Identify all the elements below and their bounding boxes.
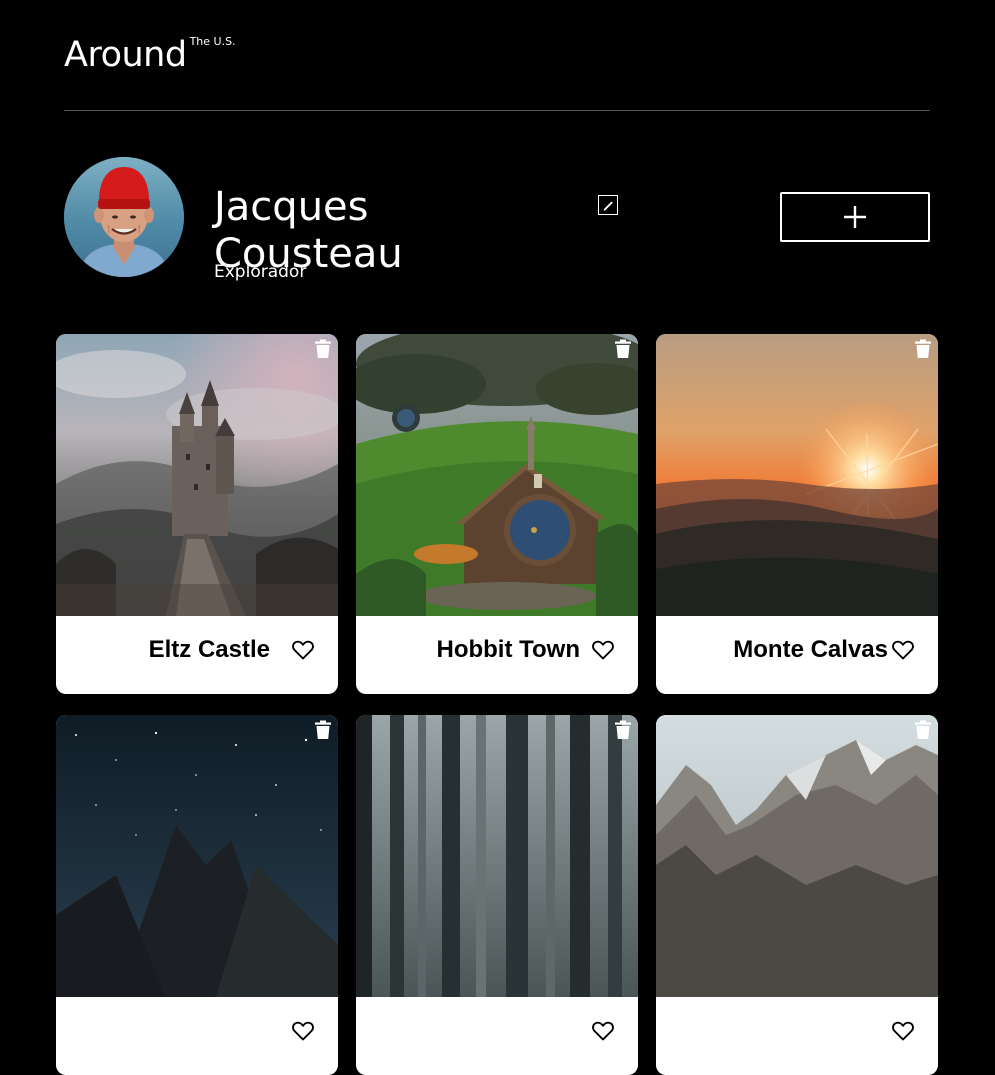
card-footer [56, 997, 338, 1075]
delete-card-button[interactable] [914, 339, 932, 359]
card-image[interactable] [656, 334, 938, 616]
heart-outline-icon [592, 640, 614, 660]
logo-superscript: The U.S. [189, 35, 236, 48]
places-grid: Eltz Castle Hobbit Town Monte Calvas [56, 334, 938, 1075]
edit-profile-button[interactable] [598, 195, 618, 215]
like-button[interactable] [892, 1021, 914, 1041]
place-card: Hobbit Town [356, 334, 638, 694]
card-image[interactable] [56, 715, 338, 997]
delete-card-button[interactable] [614, 339, 632, 359]
logo-main: Around [64, 35, 187, 75]
card-title: Hobbit Town [436, 636, 580, 663]
heart-outline-icon [292, 1021, 314, 1041]
trash-icon [615, 339, 631, 358]
heart-outline-icon [892, 1021, 914, 1041]
card-image[interactable] [56, 334, 338, 616]
trash-icon [915, 339, 931, 358]
like-button[interactable] [592, 1021, 614, 1041]
heart-outline-icon [592, 1021, 614, 1041]
like-button[interactable] [892, 640, 914, 660]
profile: Jacques Cousteau Explorador [64, 157, 930, 287]
card-footer [356, 997, 638, 1075]
card-image[interactable] [656, 715, 938, 997]
place-card [56, 715, 338, 1075]
place-card [656, 715, 938, 1075]
card-title: Eltz Castle [148, 636, 270, 663]
place-card: Eltz Castle [56, 334, 338, 694]
place-card: Monte Calvas [656, 334, 938, 694]
like-button[interactable] [292, 1021, 314, 1041]
plus-icon [844, 206, 866, 228]
profile-job: Explorador [214, 262, 307, 282]
logo: Around The U.S. [64, 34, 236, 76]
trash-icon [315, 720, 331, 739]
card-image[interactable] [356, 334, 638, 616]
card-footer: Hobbit Town [356, 616, 638, 694]
heart-outline-icon [292, 640, 314, 660]
delete-card-button[interactable] [314, 720, 332, 740]
pencil-icon [603, 201, 613, 211]
page-header: Around The U.S. [64, 34, 930, 111]
trash-icon [915, 720, 931, 739]
card-title: Monte Calvas [733, 636, 888, 663]
card-footer: Monte Calvas [656, 616, 938, 694]
avatar[interactable] [64, 157, 184, 277]
add-place-button[interactable] [780, 192, 930, 242]
heart-outline-icon [892, 640, 914, 660]
like-button[interactable] [592, 640, 614, 660]
like-button[interactable] [292, 640, 314, 660]
delete-card-button[interactable] [914, 720, 932, 740]
place-card [356, 715, 638, 1075]
delete-card-button[interactable] [314, 339, 332, 359]
trash-icon [615, 720, 631, 739]
trash-icon [315, 339, 331, 358]
avatar-image [64, 157, 184, 277]
card-image[interactable] [356, 715, 638, 997]
card-footer: Eltz Castle [56, 616, 338, 694]
delete-card-button[interactable] [614, 720, 632, 740]
card-footer [656, 997, 938, 1075]
